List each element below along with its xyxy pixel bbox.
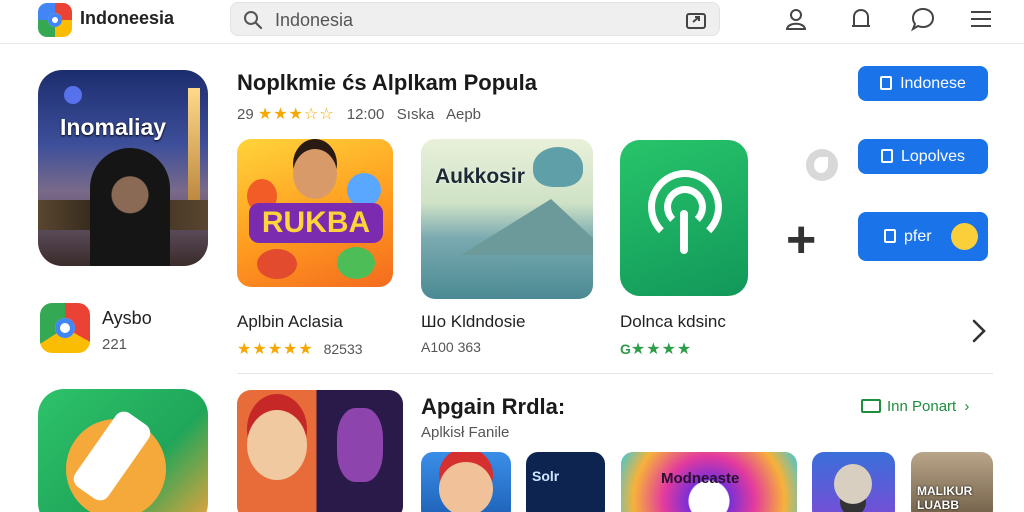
search-input[interactable] <box>275 7 655 33</box>
action-button-label: Indonese <box>900 75 966 92</box>
app-rating-prefix: G <box>620 341 631 357</box>
app-art-text: Solr <box>532 468 560 484</box>
side-app-count: 221 <box>102 336 128 353</box>
notifications-icon[interactable] <box>848 6 874 32</box>
store-name: Indoneesia <box>80 8 175 28</box>
bag-icon <box>884 229 896 243</box>
rating-stars: ★★★☆☆ <box>257 106 335 123</box>
app-art-text: Aukkosir <box>435 165 525 188</box>
action-button-label: pfer <box>904 228 932 245</box>
character-art <box>347 173 381 207</box>
chat-icon[interactable] <box>910 6 936 32</box>
featured-section-title: Noplkmie ćs Alplkam Popula <box>237 70 537 95</box>
top-bar: Indoneesia <box>0 0 1024 44</box>
menu-icon[interactable] <box>968 6 994 32</box>
section-divider <box>237 373 993 374</box>
add-icon[interactable]: + <box>786 214 816 266</box>
featured-meta: 29 ★★★☆☆ 12:00 Sıska Aepb <box>237 104 481 124</box>
app-tile-lake[interactable]: Aukkosir <box>421 139 593 299</box>
app-name[interactable]: Шo Kldndosie <box>421 312 525 332</box>
hero-tower-art <box>188 88 200 208</box>
app-name[interactable]: Aplbin Aclasia <box>237 312 343 332</box>
app-tile[interactable]: MALIKUR LUABB <box>911 452 993 512</box>
hero-logo-icon <box>64 86 82 104</box>
side-app-name[interactable]: Aysbo <box>102 308 152 329</box>
app-tile[interactable]: Solr <box>526 452 605 512</box>
app-tile-green[interactable] <box>620 140 748 296</box>
app-art-text: MALIKUR LUABB <box>917 484 973 512</box>
info-round-icon[interactable] <box>806 149 838 181</box>
app-rating-count: 82533 <box>323 341 363 357</box>
action-button-2[interactable]: Lopolves <box>858 139 988 174</box>
app-rating: G★★★★ <box>620 339 692 359</box>
featured-meta-text: 12:00 Sıska Aepb <box>346 106 482 123</box>
app-rating-count: A100 363 <box>421 339 481 355</box>
see-more-label: Inn Ponart <box>887 398 957 415</box>
screen-icon <box>861 399 881 413</box>
account-icon[interactable] <box>783 6 809 32</box>
game-banner[interactable] <box>237 390 403 512</box>
action-button-1[interactable]: Indonese <box>858 66 988 101</box>
app-stars: ★★★★ <box>630 341 693 358</box>
character-art <box>257 249 297 279</box>
app-tile[interactable] <box>812 452 895 512</box>
chevron-right-icon[interactable] <box>966 316 992 346</box>
app-art-text: Modneaste <box>661 470 740 487</box>
hero-person-art <box>90 148 170 266</box>
share-icon[interactable] <box>685 10 707 30</box>
big-app-icon[interactable] <box>38 389 208 512</box>
character-art <box>247 410 307 480</box>
action-button-label: Lopolves <box>900 148 966 165</box>
mountain-art <box>461 199 593 255</box>
app-rating: ★★★★★ 82533 <box>237 339 363 359</box>
signal-icon-stem <box>680 210 688 254</box>
see-more-link[interactable]: Inn Ponart › <box>861 398 969 415</box>
search-icon[interactable] <box>243 10 263 30</box>
action-button-3[interactable]: pfer <box>858 212 988 261</box>
app-tile[interactable] <box>421 452 511 512</box>
bag-icon <box>880 76 893 90</box>
bag-icon <box>880 149 893 163</box>
heart-icon <box>533 147 583 187</box>
hero-banner[interactable]: Inomaliay <box>38 70 208 266</box>
character-art <box>337 247 375 279</box>
app-name[interactable]: Dolnca kdsinc <box>620 312 726 332</box>
character-art <box>337 408 383 482</box>
store-logo-icon[interactable] <box>38 3 72 37</box>
chrome-app-icon[interactable] <box>40 303 90 353</box>
chevron-right-icon: › <box>964 398 970 415</box>
second-section-title: Apgain Rrdla: <box>421 394 566 419</box>
app-tile[interactable]: Modneaste <box>621 452 797 512</box>
hero-title: Inomaliay <box>60 114 167 140</box>
app-art-text: RUKBA <box>249 203 383 243</box>
rating-value: 29 <box>237 106 254 123</box>
character-art <box>293 149 337 199</box>
app-stars: ★★★★★ <box>237 341 314 358</box>
app-tile-rukba[interactable]: RUKBA <box>237 139 393 287</box>
toggle-dot <box>951 223 978 250</box>
search-bar[interactable] <box>230 2 720 36</box>
second-section-subtitle: Aplkisł Fanile <box>421 424 510 441</box>
